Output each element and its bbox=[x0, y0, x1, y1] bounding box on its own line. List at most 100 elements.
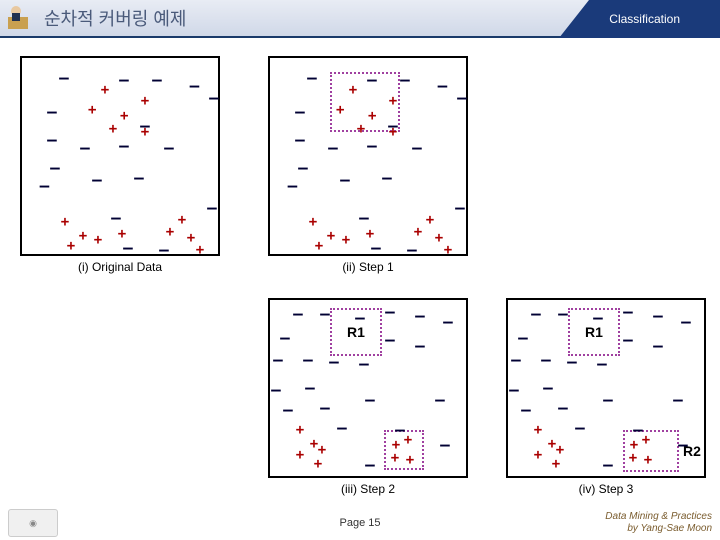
plus-point: + bbox=[327, 229, 335, 243]
plus-point: + bbox=[79, 229, 87, 243]
minus-point: – bbox=[305, 380, 315, 396]
page-title: 순차적 커버링 예제 bbox=[44, 5, 186, 31]
footer: ◉ Page 15 Data Mining & Practices by Yan… bbox=[0, 506, 720, 540]
minus-point: – bbox=[365, 457, 375, 473]
page-number: Page 15 bbox=[340, 517, 381, 529]
minus-point: – bbox=[209, 90, 219, 106]
minus-point: – bbox=[207, 200, 217, 216]
minus-point: – bbox=[388, 118, 398, 134]
minus-point: – bbox=[123, 240, 133, 256]
minus-point: – bbox=[59, 70, 69, 86]
plus-point: + bbox=[166, 225, 174, 239]
minus-point: – bbox=[443, 314, 453, 330]
plus-point: + bbox=[406, 453, 414, 467]
minus-point: – bbox=[575, 420, 585, 436]
panel2-box: ++++++–––––––––––––––+++++++++–––– bbox=[268, 56, 468, 256]
breadcrumb: Classification bbox=[589, 0, 720, 38]
minus-point: – bbox=[385, 332, 395, 348]
panel2-caption: (ii) Step 1 bbox=[268, 260, 468, 274]
plus-point: + bbox=[644, 453, 652, 467]
minus-point: – bbox=[558, 306, 568, 322]
minus-point: – bbox=[385, 304, 395, 320]
plus-point: + bbox=[296, 423, 304, 437]
plus-point: + bbox=[342, 233, 350, 247]
minus-point: – bbox=[521, 402, 531, 418]
minus-point: – bbox=[283, 402, 293, 418]
plus-point: + bbox=[88, 103, 96, 117]
minus-point: – bbox=[320, 306, 330, 322]
minus-point: – bbox=[328, 140, 338, 156]
minus-point: – bbox=[303, 352, 313, 368]
header-bar: 순차적 커버링 예제 Classification bbox=[0, 0, 720, 38]
plus-point: + bbox=[141, 94, 149, 108]
minus-point: – bbox=[164, 140, 174, 156]
plus-point: + bbox=[109, 122, 117, 136]
minus-point: – bbox=[435, 392, 445, 408]
plus-point: + bbox=[435, 231, 443, 245]
minus-point: – bbox=[295, 104, 305, 120]
minus-point: – bbox=[681, 314, 691, 330]
plus-point: + bbox=[336, 103, 344, 117]
minus-point: – bbox=[47, 132, 57, 148]
minus-point: – bbox=[509, 382, 519, 398]
panel-original-data: ++++++–––––––––––––––+++++++++–––– (i) O… bbox=[20, 56, 220, 274]
minus-point: – bbox=[567, 354, 577, 370]
plus-point: + bbox=[196, 243, 204, 257]
header-logo-icon bbox=[0, 0, 38, 37]
panel4-caption: (iv) Step 3 bbox=[506, 482, 706, 496]
plus-point: + bbox=[315, 239, 323, 253]
plus-point: + bbox=[534, 448, 542, 462]
minus-point: – bbox=[359, 210, 369, 226]
plus-point: + bbox=[629, 451, 637, 465]
panel1-caption: (i) Original Data bbox=[20, 260, 220, 274]
minus-point: – bbox=[355, 310, 365, 326]
minus-point: – bbox=[329, 354, 339, 370]
minus-point: – bbox=[307, 70, 317, 86]
footer-logo-icon: ◉ bbox=[8, 509, 58, 537]
minus-point: – bbox=[40, 178, 50, 194]
minus-point: – bbox=[365, 392, 375, 408]
minus-point: – bbox=[152, 72, 162, 88]
plus-point: + bbox=[94, 233, 102, 247]
plus-point: + bbox=[187, 231, 195, 245]
panels-container: ++++++–––––––––––––––+++++++++–––– (i) O… bbox=[0, 38, 720, 498]
minus-point: – bbox=[367, 72, 377, 88]
minus-point: – bbox=[134, 170, 144, 186]
minus-point: – bbox=[190, 78, 200, 94]
minus-point: – bbox=[271, 382, 281, 398]
plus-point: + bbox=[444, 243, 452, 257]
minus-point: – bbox=[293, 306, 303, 322]
minus-point: – bbox=[340, 172, 350, 188]
minus-point: – bbox=[371, 240, 381, 256]
minus-point: – bbox=[47, 104, 57, 120]
plus-point: + bbox=[296, 448, 304, 462]
minus-point: – bbox=[673, 392, 683, 408]
panel3-box: R1 –––––––––––––––––––––––+++++++++ bbox=[268, 298, 468, 478]
minus-point: – bbox=[455, 200, 465, 216]
minus-point: – bbox=[280, 330, 290, 346]
plus-point: + bbox=[67, 239, 75, 253]
plus-point: + bbox=[552, 457, 560, 471]
plus-point: + bbox=[61, 215, 69, 229]
minus-point: – bbox=[111, 210, 121, 226]
plus-point: + bbox=[556, 443, 564, 457]
minus-point: – bbox=[298, 160, 308, 176]
plus-point: + bbox=[391, 451, 399, 465]
minus-point: – bbox=[511, 352, 521, 368]
panel-step-1: ++++++–––––––––––––––+++++++++–––– (ii) … bbox=[268, 56, 468, 274]
minus-point: – bbox=[558, 400, 568, 416]
plus-point: + bbox=[642, 433, 650, 447]
minus-point: – bbox=[541, 352, 551, 368]
panel3-caption: (iii) Step 2 bbox=[268, 482, 468, 496]
minus-point: – bbox=[597, 356, 607, 372]
panel-step-3: R1 R2 –––––––––––––––––––––––+++++++++ (… bbox=[506, 298, 706, 496]
minus-point: – bbox=[531, 306, 541, 322]
minus-point: – bbox=[359, 356, 369, 372]
plus-point: + bbox=[314, 457, 322, 471]
panel4-box: R1 R2 –––––––––––––––––––––––+++++++++ bbox=[506, 298, 706, 478]
plus-point: + bbox=[178, 213, 186, 227]
minus-point: – bbox=[50, 160, 60, 176]
minus-point: – bbox=[295, 132, 305, 148]
plus-point: + bbox=[426, 213, 434, 227]
minus-point: – bbox=[543, 380, 553, 396]
